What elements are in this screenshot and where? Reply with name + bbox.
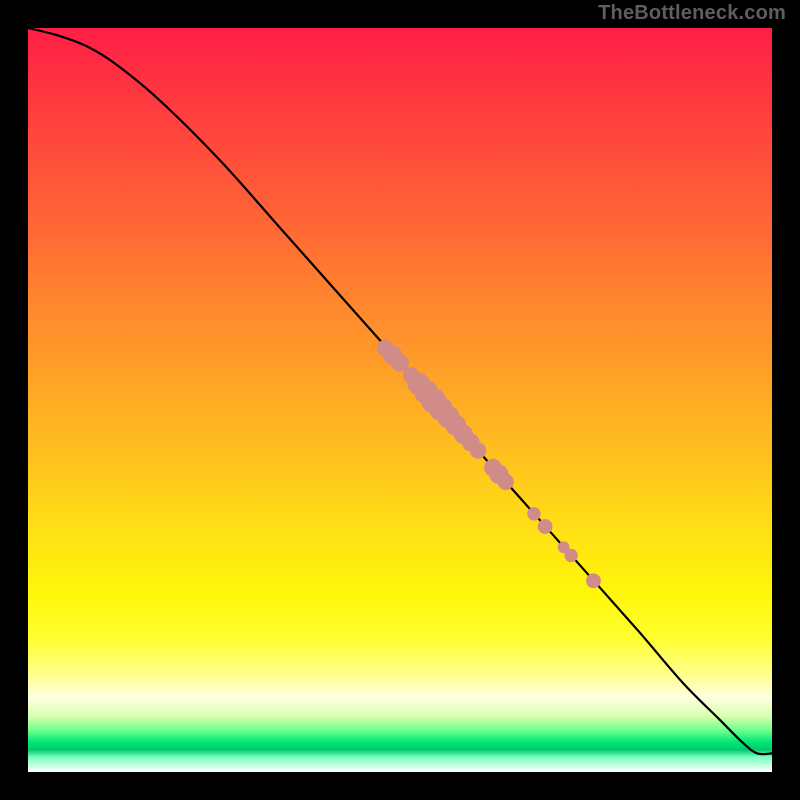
watermark-text: TheBottleneck.com <box>598 2 786 25</box>
plot-area <box>28 28 772 772</box>
data-points-group <box>377 340 601 588</box>
curve-line <box>28 28 772 754</box>
data-point <box>564 549 577 562</box>
data-point <box>586 573 601 588</box>
data-point <box>527 507 540 520</box>
data-point <box>470 442 486 458</box>
plot-panel <box>28 28 772 772</box>
data-point <box>497 474 513 490</box>
plot-overlay-svg <box>28 28 772 772</box>
data-point <box>538 519 553 534</box>
chart-canvas: TheBottleneck.com <box>0 0 800 800</box>
